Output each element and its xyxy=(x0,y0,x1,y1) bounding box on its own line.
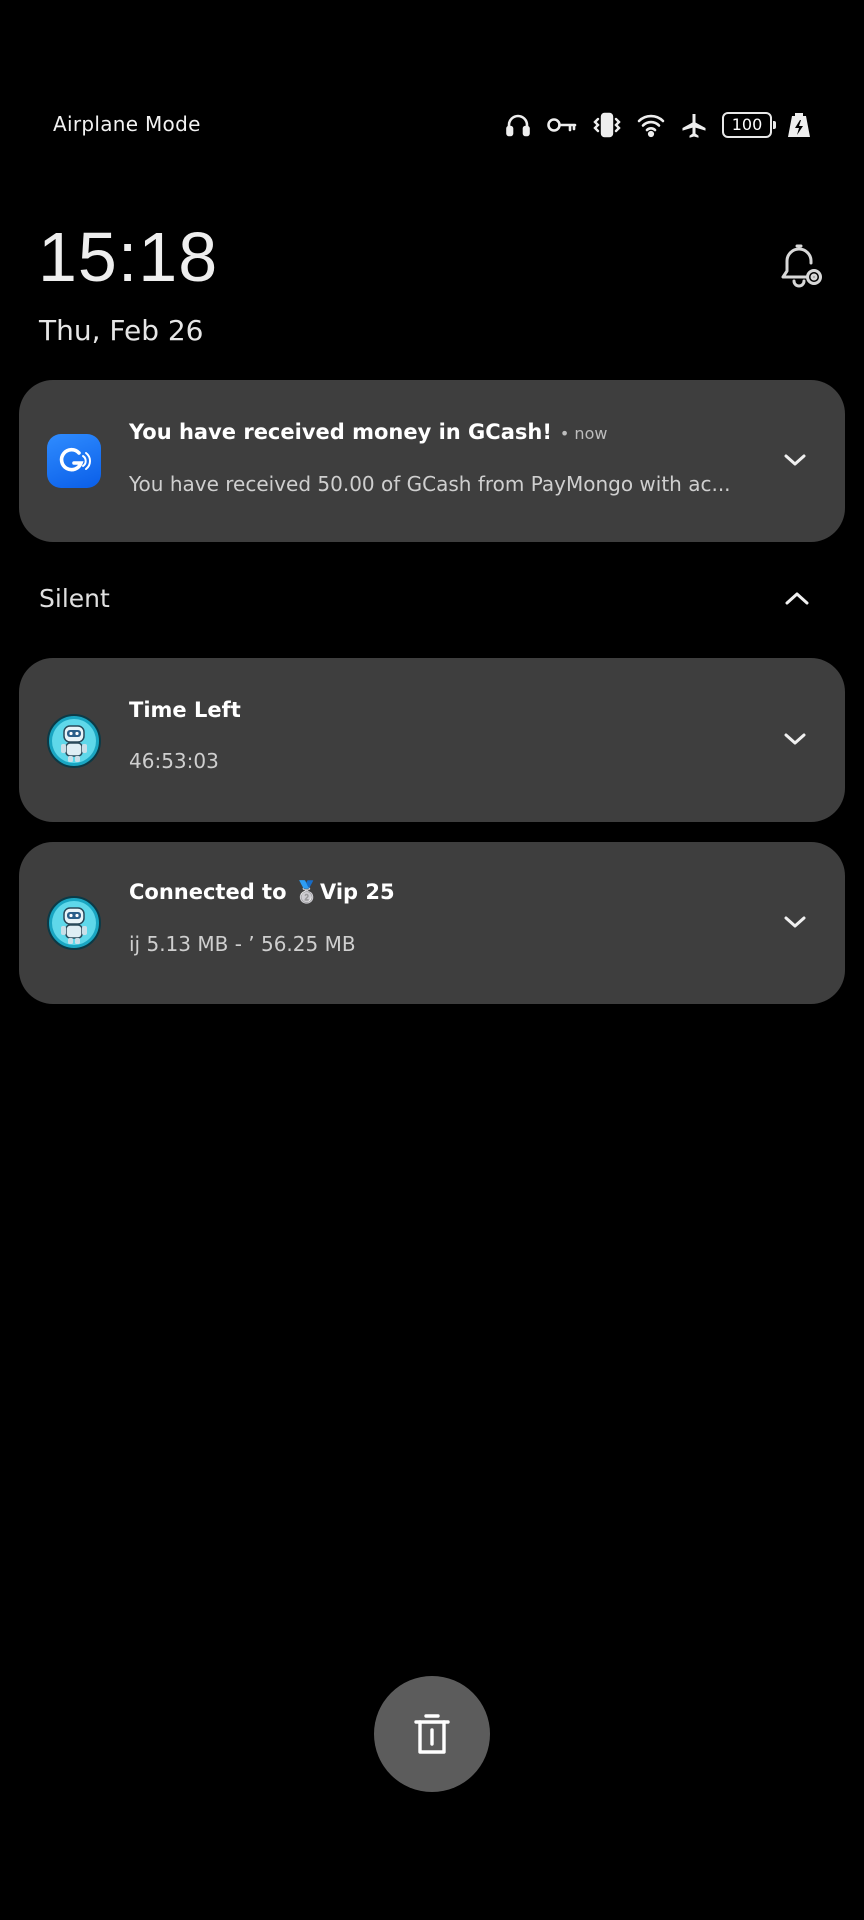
notification-body: 46:53:03 xyxy=(129,749,219,773)
lockscreen-date: Thu, Feb 26 xyxy=(39,314,204,347)
robot-avatar-icon xyxy=(47,714,101,768)
expand-chevron-down-icon[interactable] xyxy=(781,725,809,753)
trash-icon xyxy=(414,1714,450,1754)
notification-time: • now xyxy=(559,424,608,443)
vibrate-icon xyxy=(592,111,622,139)
status-icons: 100 xyxy=(504,110,812,140)
notification-settings-icon[interactable] xyxy=(776,240,828,292)
carrier-label: Airplane Mode xyxy=(53,112,201,136)
battery-level: 100 xyxy=(731,115,763,134)
expand-chevron-down-icon[interactable] xyxy=(781,446,809,474)
notification-body: ij 5.13 MB - ’ 56.25 MB xyxy=(129,932,356,956)
battery-icon: 100 xyxy=(722,112,776,138)
silent-section-label: Silent xyxy=(39,584,110,613)
headphones-icon xyxy=(504,111,532,139)
vpn-key-icon xyxy=(546,111,578,139)
wifi-icon xyxy=(636,111,666,139)
charging-icon xyxy=(786,111,812,139)
notification-card-time-left[interactable]: Time Left 46:53:03 xyxy=(19,658,845,822)
notification-title: You have received money in GCash! • now xyxy=(129,420,607,444)
gcash-icon xyxy=(47,434,101,488)
collapse-chevron-up-icon[interactable] xyxy=(782,584,812,614)
robot-avatar-icon xyxy=(47,896,101,950)
notification-title-text: You have received money in GCash! xyxy=(129,420,552,444)
clear-all-button[interactable] xyxy=(374,1676,490,1792)
notification-body: You have received 50.00 of GCash from Pa… xyxy=(129,472,731,496)
airplane-icon xyxy=(680,111,708,139)
notification-title: Time Left xyxy=(129,698,241,722)
notification-card-gcash[interactable]: You have received money in GCash! • now Y… xyxy=(19,380,845,542)
notification-shade: Airplane Mode 100 15:18 Thu, Feb 26 You … xyxy=(0,0,864,1920)
status-bar: Airplane Mode 100 xyxy=(0,104,864,146)
lockscreen-clock: 15:18 xyxy=(38,218,219,296)
expand-chevron-down-icon[interactable] xyxy=(781,908,809,936)
notification-card-connected[interactable]: Connected to 🥈Vip 25 ij 5.13 MB - ’ 56.2… xyxy=(19,842,845,1004)
notification-title: Connected to 🥈Vip 25 xyxy=(129,880,395,904)
